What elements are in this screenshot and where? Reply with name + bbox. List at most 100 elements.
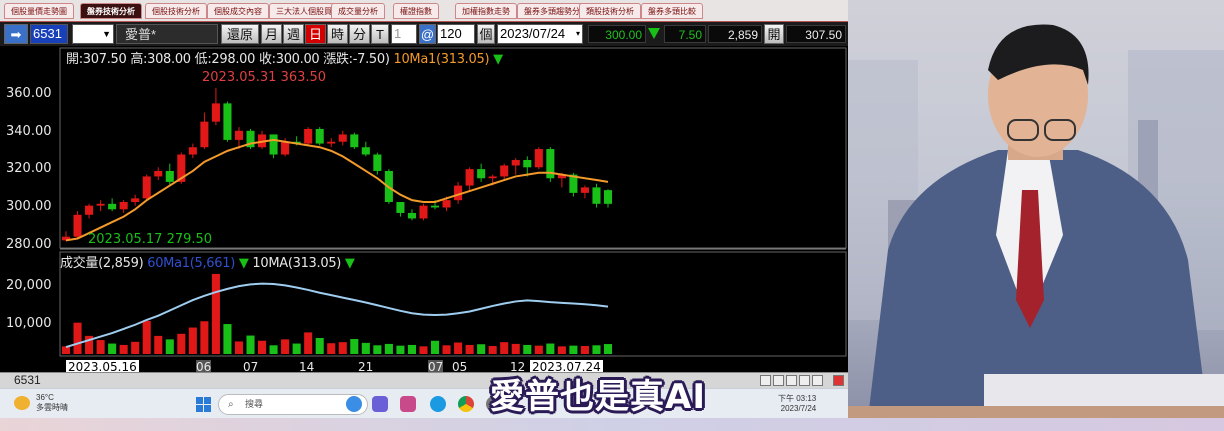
go-arrow-button[interactable]: ➡ [4, 24, 28, 44]
presenter-studio [848, 0, 1224, 418]
bing-icon[interactable] [346, 396, 362, 412]
candle-body [108, 203, 117, 210]
volume-bar [592, 345, 601, 354]
tab-1[interactable]: 盤券技術分析 [80, 3, 142, 19]
candle-body [338, 134, 347, 142]
down-triangle-icon: ▼ [238, 256, 249, 271]
candle-body [500, 165, 509, 177]
start-icon[interactable] [196, 397, 211, 412]
candle-body [234, 130, 244, 140]
volume-bar [511, 343, 520, 354]
open-price: 307.50 [786, 25, 846, 43]
tab-10[interactable]: 盤券多頭比較 [641, 3, 703, 19]
ohlc-change: 漲跌:-7.50) [323, 52, 390, 67]
settings-icon[interactable] [812, 375, 823, 386]
weather-widget[interactable]: 36°C 多雲時晴 [36, 393, 68, 413]
y-tick-280: 280.00 [6, 237, 52, 252]
zoom-in-icon[interactable] [799, 375, 810, 386]
period-month-button[interactable]: 月 [261, 24, 282, 44]
volume-bar [315, 337, 324, 354]
candle-body [361, 147, 370, 155]
candle-body [165, 170, 174, 182]
last-price: 300.00 [588, 25, 646, 43]
candle-body [350, 134, 359, 148]
scroll-left-icon[interactable] [760, 375, 771, 386]
volume-bar [73, 322, 82, 354]
volume-bar [292, 343, 301, 354]
candle-body [592, 187, 601, 204]
candle-body [269, 134, 278, 155]
volume-bar [234, 341, 244, 354]
volume-bar [200, 321, 209, 354]
tab-2[interactable]: 個股技術分析 [145, 3, 207, 19]
system-clock[interactable]: 下午 03:13 2023/7/24 [778, 394, 816, 414]
period-week-button[interactable]: 週 [283, 24, 304, 44]
volume-info-line: 成交量(2,859) 60Ma1(5,661) ▼ 10MA(313.05) ▼ [60, 252, 355, 271]
candle-body [477, 169, 486, 179]
chrome-icon[interactable] [458, 396, 474, 412]
volume-bar [338, 342, 347, 354]
volume-bar [131, 341, 140, 354]
volume-bar [96, 340, 105, 354]
tab-5[interactable]: 成交量分析 [331, 3, 385, 19]
y-tick-320: 320.00 [6, 161, 52, 176]
volume-bar [258, 340, 267, 354]
period-minute-button[interactable]: 分 [349, 24, 370, 44]
stock-code-input[interactable]: 6531 [30, 24, 68, 44]
candle-body [327, 141, 336, 144]
volume-bar [246, 335, 255, 354]
tab-7[interactable]: 加權指數走勢 [455, 3, 517, 19]
price-change: 7.50 [664, 25, 706, 43]
candle-body [131, 198, 140, 202]
period-hour-button[interactable]: 時 [327, 24, 348, 44]
price-volume-chart[interactable]: 開:307.50 高:308.00 低:298.00 收:300.00 漲跌:-… [0, 46, 848, 374]
function-tab-bar: 個股量價走勢圖 盤券技術分析 個股技術分析 個股成交內容 三大法人個股買賣狀況 成交量分析… [0, 0, 848, 22]
y-tick-360: 360.00 [6, 86, 52, 101]
candle-body [142, 176, 151, 199]
y-tick-300: 300.00 [6, 199, 52, 214]
scroll-right-icon[interactable] [773, 375, 784, 386]
zoom-out-icon[interactable] [786, 375, 797, 386]
meet-icon[interactable] [372, 396, 388, 412]
tab-0[interactable]: 個股量價走勢圖 [4, 3, 74, 19]
candle-body [430, 205, 440, 208]
candle-body [465, 169, 474, 186]
candle-body [154, 170, 163, 177]
skype-icon[interactable] [430, 396, 446, 412]
stock-selector-dropdown[interactable]: ▼ [72, 24, 114, 44]
volume-bar [142, 320, 151, 354]
volume-bar [442, 345, 451, 354]
ohlc-high: 高:308.00 [130, 52, 191, 67]
bars-input[interactable]: 120 [437, 24, 475, 44]
low-annotation: 2023.05.17 279.50 [88, 232, 213, 247]
ohlc-open: 開:307.50 [66, 52, 127, 67]
search-icon: ⌕ [228, 399, 234, 410]
tab-9[interactable]: 類股技術分析 [579, 3, 641, 19]
volume-bar [419, 346, 428, 354]
volume-bar [165, 339, 174, 354]
down-triangle-icon: ▼ [493, 52, 503, 67]
volume-bar [454, 342, 463, 354]
period-day-button[interactable]: 日 [305, 24, 326, 44]
y-tick-340: 340.00 [6, 124, 52, 139]
candle-body [200, 121, 209, 148]
period-tick-button[interactable]: T [371, 24, 389, 44]
at-button[interactable]: @ [419, 24, 436, 44]
volume-bar [500, 342, 509, 354]
down-triangle-icon [648, 28, 660, 39]
vol-tick-20000: 20,000 [6, 278, 52, 293]
trading-window: 個股量價走勢圖 盤券技術分析 個股技術分析 個股成交內容 三大法人個股買賣狀況 成交量分析… [0, 0, 848, 418]
restore-button[interactable]: 還原 [221, 24, 259, 44]
app-icon[interactable] [400, 396, 416, 412]
volume-bar [269, 345, 278, 354]
tab-6[interactable]: 權證指數 [393, 3, 439, 19]
close-icon[interactable] [833, 375, 844, 386]
date-picker[interactable]: 2023/07/24 ▾ [497, 24, 583, 44]
tab-3[interactable]: 個股成交內容 [207, 3, 269, 19]
volume-bar [119, 344, 128, 354]
candle-body [511, 160, 520, 166]
volume-bar [396, 345, 405, 354]
count-input[interactable]: 1 [391, 24, 417, 44]
presenter-image [848, 24, 1224, 418]
candle-body [580, 187, 589, 193]
